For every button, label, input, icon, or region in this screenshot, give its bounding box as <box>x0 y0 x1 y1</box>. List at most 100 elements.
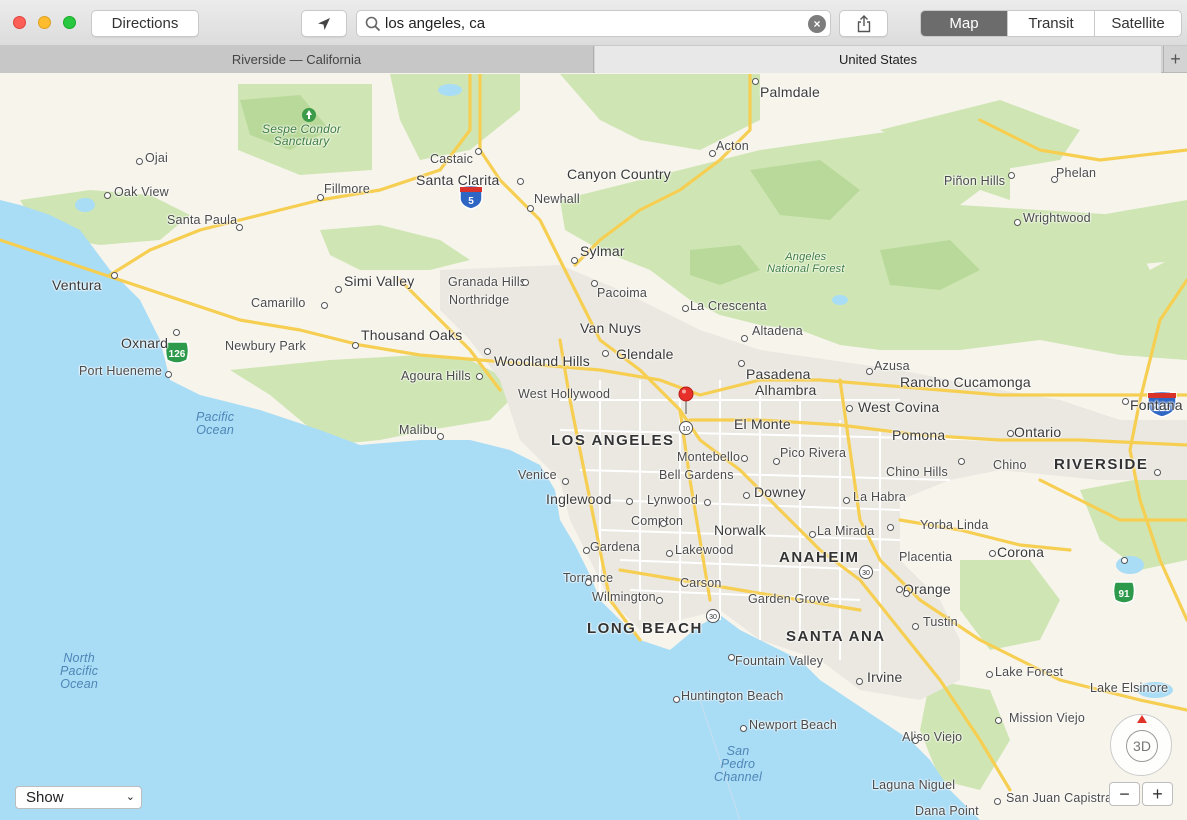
city-label[interactable]: Yorba Linda <box>920 518 988 532</box>
city-label[interactable]: Newhall <box>534 192 580 206</box>
city-label[interactable]: Chino <box>993 458 1027 472</box>
city-label[interactable]: Downey <box>754 484 806 500</box>
city-label[interactable]: Canyon Country <box>567 166 671 182</box>
city-label[interactable]: Garden Grove <box>748 592 830 606</box>
city-label[interactable]: Northridge <box>449 293 509 307</box>
city-label[interactable]: Altadena <box>752 324 803 338</box>
city-label[interactable]: Newbury Park <box>225 339 306 353</box>
city-label[interactable]: Fountain Valley <box>735 654 823 668</box>
city-label[interactable]: Phelan <box>1056 166 1096 180</box>
city-label[interactable]: Camarillo <box>251 296 306 310</box>
city-label[interactable]: Chino Hills <box>886 465 948 479</box>
city-label[interactable]: Pico Rivera <box>780 446 846 460</box>
city-label[interactable]: Sylmar <box>580 243 625 259</box>
city-label[interactable]: Malibu <box>399 423 437 437</box>
city-label[interactable]: Lakewood <box>675 543 734 557</box>
city-label[interactable]: Lake Forest <box>995 665 1063 679</box>
city-label[interactable]: Placentia <box>899 550 952 564</box>
city-label[interactable]: Norwalk <box>714 522 766 538</box>
city-label[interactable]: Compton <box>631 514 683 528</box>
city-label[interactable]: Piñon Hills <box>944 174 1005 188</box>
city-label[interactable]: Agoura Hills <box>401 369 471 383</box>
share-button[interactable] <box>839 10 888 37</box>
city-label[interactable]: LOS ANGELES <box>551 432 674 449</box>
city-label[interactable]: Lake Elsinore <box>1090 681 1168 695</box>
current-location-button[interactable] <box>301 10 347 37</box>
city-label[interactable]: El Monte <box>734 416 791 432</box>
search-field[interactable]: los angeles, ca × <box>356 10 831 37</box>
tab-riverside[interactable]: Riverside — California <box>0 46 594 73</box>
city-label[interactable]: SANTA ANA <box>786 628 886 645</box>
city-label[interactable]: Dana Point <box>915 804 979 818</box>
city-label[interactable]: Orange <box>903 581 951 597</box>
city-label[interactable]: Bell Gardens <box>659 468 734 482</box>
clear-search-icon[interactable]: × <box>808 15 826 33</box>
tab-united-states[interactable]: United States <box>595 46 1161 73</box>
city-label[interactable]: Lynwood <box>647 493 698 507</box>
city-label[interactable]: Woodland Hills <box>494 353 590 369</box>
city-label[interactable]: Ojai <box>145 151 168 165</box>
city-label[interactable]: Wrightwood <box>1023 211 1091 225</box>
city-label[interactable]: Palmdale <box>760 84 820 100</box>
city-label[interactable]: Van Nuys <box>580 320 641 336</box>
city-label[interactable]: Port Hueneme <box>79 364 162 378</box>
minimize-window-button[interactable] <box>38 16 51 29</box>
city-label[interactable]: Montebello <box>677 450 740 464</box>
city-label[interactable]: Ventura <box>52 277 102 293</box>
city-label[interactable]: Corona <box>997 544 1044 560</box>
search-input[interactable]: los angeles, ca <box>385 15 485 32</box>
city-label[interactable]: Venice <box>518 468 557 482</box>
zoom-window-button[interactable] <box>63 16 76 29</box>
zoom-in-button[interactable]: + <box>1142 782 1173 806</box>
city-label[interactable]: West Covina <box>858 399 939 415</box>
city-label[interactable]: Pomona <box>892 427 945 443</box>
new-tab-button[interactable]: + <box>1163 46 1187 73</box>
city-label[interactable]: Wilmington <box>592 590 656 604</box>
city-label[interactable]: Gardena <box>590 540 640 554</box>
city-label[interactable]: Acton <box>716 139 749 153</box>
city-label[interactable]: Azusa <box>874 359 910 373</box>
city-label[interactable]: Pacoima <box>597 286 647 300</box>
city-label[interactable]: Fillmore <box>324 182 370 196</box>
city-label[interactable]: Tustin <box>923 615 958 629</box>
city-label[interactable]: Irvine <box>867 669 902 685</box>
city-label[interactable]: Laguna Niguel <box>872 778 955 792</box>
city-label[interactable]: La Mirada <box>817 524 874 538</box>
city-label[interactable]: Rancho Cucamonga <box>900 374 1031 390</box>
city-label[interactable]: Alhambra <box>755 382 817 398</box>
city-label[interactable]: Oxnard <box>121 335 168 351</box>
3d-toggle-button[interactable]: 3D <box>1126 730 1158 762</box>
city-label[interactable]: Inglewood <box>546 491 612 507</box>
city-label[interactable]: Santa Paula <box>167 213 237 227</box>
city-label[interactable]: Fontana <box>1130 397 1183 413</box>
city-label[interactable]: RIVERSIDE <box>1054 456 1148 473</box>
city-label[interactable]: Simi Valley <box>344 273 414 289</box>
city-label[interactable]: Aliso Viejo <box>902 730 962 744</box>
city-label[interactable]: Glendale <box>616 346 674 362</box>
satellite-mode-button[interactable]: Satellite <box>1094 11 1181 36</box>
city-label[interactable]: Thousand Oaks <box>361 327 462 343</box>
city-label[interactable]: Newport Beach <box>749 718 837 732</box>
zoom-out-button[interactable]: − <box>1109 782 1140 806</box>
city-label[interactable]: La Crescenta <box>690 299 767 313</box>
city-label[interactable]: Mission Viejo <box>1009 711 1085 725</box>
compass-control[interactable]: 3D <box>1110 714 1172 776</box>
transit-mode-button[interactable]: Transit <box>1007 11 1094 36</box>
directions-button[interactable]: Directions <box>91 10 199 37</box>
city-label[interactable]: Santa Clarita <box>416 172 500 188</box>
show-dropdown[interactable]: Show ⌄ <box>15 786 142 809</box>
city-label[interactable]: Huntington Beach <box>681 689 784 703</box>
map-mode-button[interactable]: Map <box>921 11 1007 36</box>
city-label[interactable]: Ontario <box>1014 424 1061 440</box>
city-label[interactable]: Granada Hills <box>448 275 526 289</box>
city-label[interactable]: Pasadena <box>746 366 811 382</box>
city-label[interactable]: LONG BEACH <box>587 620 703 637</box>
city-label[interactable]: West Hollywood <box>518 387 610 401</box>
city-label[interactable]: ANAHEIM <box>779 549 860 566</box>
city-label[interactable]: Castaic <box>430 152 473 166</box>
city-label[interactable]: Oak View <box>114 185 169 199</box>
city-label[interactable]: Carson <box>680 576 722 590</box>
city-label[interactable]: La Habra <box>853 490 906 504</box>
close-window-button[interactable] <box>13 16 26 29</box>
map-view[interactable]: 5 126 215 91 10 30 30 Sespe Condor Sanct… <box>0 74 1187 820</box>
